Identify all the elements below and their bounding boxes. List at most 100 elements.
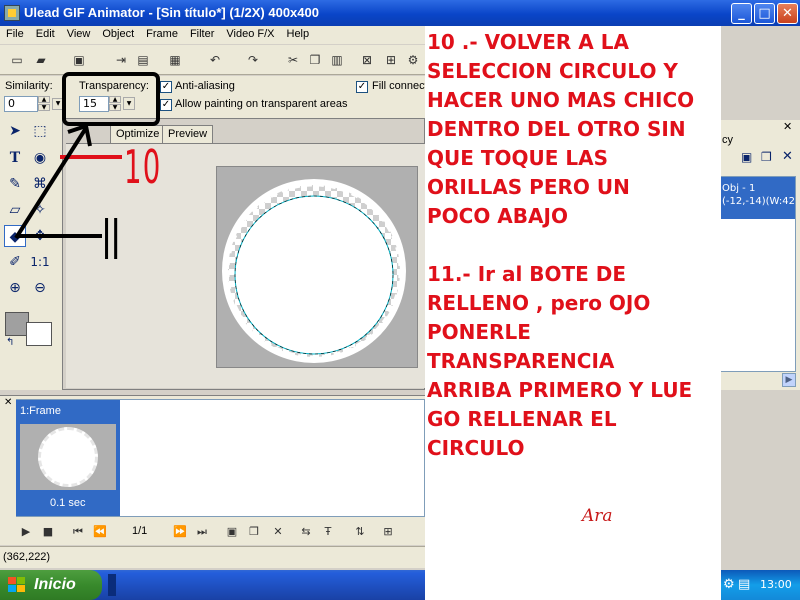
import-icon[interactable]: ⇥: [112, 52, 130, 68]
object-item-name: Obj - 1: [722, 183, 756, 194]
undo-icon[interactable]: ↶: [206, 52, 224, 68]
instruction-line: DENTRO DEL OTRO SIN: [427, 117, 686, 141]
menu-frame[interactable]: Frame: [140, 26, 184, 44]
image-canvas[interactable]: [216, 166, 418, 368]
paintbrush-tool-icon[interactable]: ✎: [4, 173, 26, 195]
eyedropper-tool-icon[interactable]: ✐: [4, 251, 26, 273]
anti-aliasing-label: Anti-aliasing: [175, 80, 235, 92]
object-new-icon[interactable]: ▣: [741, 150, 752, 164]
circle-selection-graphic: [217, 167, 417, 367]
next-frame-icon[interactable]: ⏩: [172, 525, 188, 539]
system-tray: ⚙ ▤ 13:00: [720, 570, 800, 600]
pick-tool-icon[interactable]: ➤: [4, 120, 26, 142]
instruction-line: 11.- Ir al BOTE DE: [427, 262, 627, 286]
menu-edit[interactable]: Edit: [30, 26, 61, 44]
stop-icon[interactable]: ■: [40, 525, 56, 539]
eraser-tool-icon[interactable]: ▱: [4, 199, 26, 221]
main-toolbar: ▭ ▰ ▣ ⇥ ▤ ▦ ↶ ↷ ✂ ❐ ▥ ⊠ ⊞ ⚙: [0, 45, 425, 75]
lasso-tool-icon[interactable]: ⌘: [29, 173, 51, 195]
menu-video-fx[interactable]: Video F/X: [220, 26, 280, 44]
background-color-swatch[interactable]: [26, 322, 52, 346]
instruction-line: ARRIBA PRIMERO Y LUE: [427, 378, 693, 402]
instruction-line: 10 .- VOLVER A LA: [427, 30, 629, 54]
app-icon[interactable]: [4, 5, 20, 21]
anti-aliasing-checkbox[interactable]: ✓: [160, 81, 172, 93]
instruction-line: CIRCULO: [427, 436, 525, 460]
cursor-coordinates: (362,222): [3, 551, 51, 563]
similarity-label: Similarity:: [5, 80, 53, 92]
similarity-input[interactable]: 0: [4, 96, 38, 112]
minimize-button[interactable]: _: [731, 3, 752, 24]
tools-panel: ➤ ⬚ T ◉ ✎ ⌘ ▱ ✧ ◆ ✥ ✐ 1:1 ⊕ ⊖ ↰: [0, 118, 62, 390]
color-palette-icon[interactable]: ▦: [166, 52, 184, 68]
fill-connected-label: Fill connect: [372, 80, 428, 92]
paint-bucket-tool-icon[interactable]: ◆: [4, 225, 26, 247]
zoom-out-icon[interactable]: ⊖: [29, 277, 51, 299]
menu-object[interactable]: Object: [96, 26, 140, 44]
similarity-up-button[interactable]: ▲: [38, 96, 50, 103]
paste-icon[interactable]: ▥: [328, 52, 346, 68]
network-tray-icon[interactable]: ⚙: [723, 570, 735, 600]
crop-icon[interactable]: ⊠: [358, 52, 376, 68]
zoom-in-icon[interactable]: ⊕: [4, 277, 26, 299]
add-frame-icon[interactable]: ▣: [224, 525, 240, 539]
new-file-icon[interactable]: ▭: [8, 52, 26, 68]
play-icon[interactable]: ▶: [18, 525, 34, 539]
transparency-highlight-box: [62, 72, 160, 126]
frame-thumbnail-item[interactable]: 1:Frame 0.1 sec: [16, 400, 120, 516]
object-duplicate-icon[interactable]: ❐: [761, 150, 772, 164]
menu-file[interactable]: File: [0, 26, 30, 44]
object-list-item[interactable]: Obj - 1 (-12,-14)(W:422: [720, 177, 795, 219]
frame-panel-close-icon[interactable]: ✕: [4, 397, 12, 408]
frame-label: 1:Frame: [20, 405, 61, 417]
tween-icon[interactable]: ⇆: [298, 525, 314, 539]
delete-frame-icon[interactable]: ✕: [270, 525, 286, 539]
menu-bar: File Edit View Object Frame Filter Video…: [0, 26, 425, 44]
clock[interactable]: 13:00: [760, 570, 792, 600]
marquee-tool-icon[interactable]: ⬚: [29, 120, 51, 142]
menu-filter[interactable]: Filter: [184, 26, 220, 44]
wizard-icon[interactable]: ⚙: [404, 52, 422, 68]
instruction-line: GO RELLENAR EL: [427, 407, 617, 431]
copy-icon[interactable]: ❐: [306, 52, 324, 68]
allow-painting-checkbox[interactable]: ✓: [160, 99, 172, 111]
object-panel-title: cy: [722, 134, 733, 146]
fill-connected-checkbox[interactable]: ✓: [356, 81, 368, 93]
swap-colors-icon[interactable]: ↰: [6, 337, 14, 348]
open-folder-icon[interactable]: ▰: [32, 52, 50, 68]
hand-tool-icon[interactable]: ✥: [29, 225, 51, 247]
similarity-down-button[interactable]: ▼: [38, 104, 50, 111]
last-frame-icon[interactable]: ⏭: [194, 525, 210, 539]
close-button[interactable]: ✕: [777, 3, 798, 24]
menu-view[interactable]: View: [61, 26, 97, 44]
save-icon[interactable]: ▣: [70, 52, 88, 68]
status-bar: (362,222): [0, 546, 425, 568]
menu-help[interactable]: Help: [281, 26, 316, 44]
object-delete-icon[interactable]: ✕: [782, 149, 793, 164]
cut-icon[interactable]: ✂: [284, 52, 302, 68]
duplicate-frame-icon[interactable]: ❐: [246, 525, 262, 539]
maximize-button[interactable]: □: [754, 3, 775, 24]
instruction-line: TRANSPARENCIA: [427, 349, 615, 373]
object-panel-close-icon[interactable]: ✕: [783, 120, 792, 133]
first-frame-icon[interactable]: ⏮: [70, 525, 86, 539]
tween-text-icon[interactable]: Ŧ: [320, 525, 336, 539]
reverse-frames-icon[interactable]: ⇅: [352, 525, 368, 539]
magic-wand-tool-icon[interactable]: ✧: [29, 199, 51, 221]
printer-tray-icon[interactable]: ▤: [738, 570, 750, 600]
step-10-marker: 10: [124, 140, 162, 194]
previous-frame-icon[interactable]: ⏪: [92, 525, 108, 539]
ellipse-selection-tool-icon[interactable]: ◉: [29, 147, 51, 169]
frame-properties-icon[interactable]: ⊞: [380, 525, 396, 539]
frame-delay: 0.1 sec: [50, 497, 86, 509]
playback-toolbar: ▶ ■ ⏮ ⏪ 1/1 ⏩ ⏭ ▣ ❐ ✕ ⇆ Ŧ ⇅ ⊞: [0, 519, 425, 545]
instruction-line: HACER UNO MAS CHICO: [427, 88, 695, 112]
actual-size-button[interactable]: 1:1: [29, 251, 51, 273]
export-icon[interactable]: ▤: [134, 52, 152, 68]
redo-icon[interactable]: ↷: [244, 52, 262, 68]
object-list-scroll-right-button[interactable]: ▶: [782, 373, 796, 387]
instruction-line: POCO ABAJO: [427, 204, 568, 228]
resize-icon[interactable]: ⊞: [382, 52, 400, 68]
text-tool-icon[interactable]: T: [4, 147, 26, 169]
tab-preview[interactable]: Preview: [162, 125, 214, 143]
